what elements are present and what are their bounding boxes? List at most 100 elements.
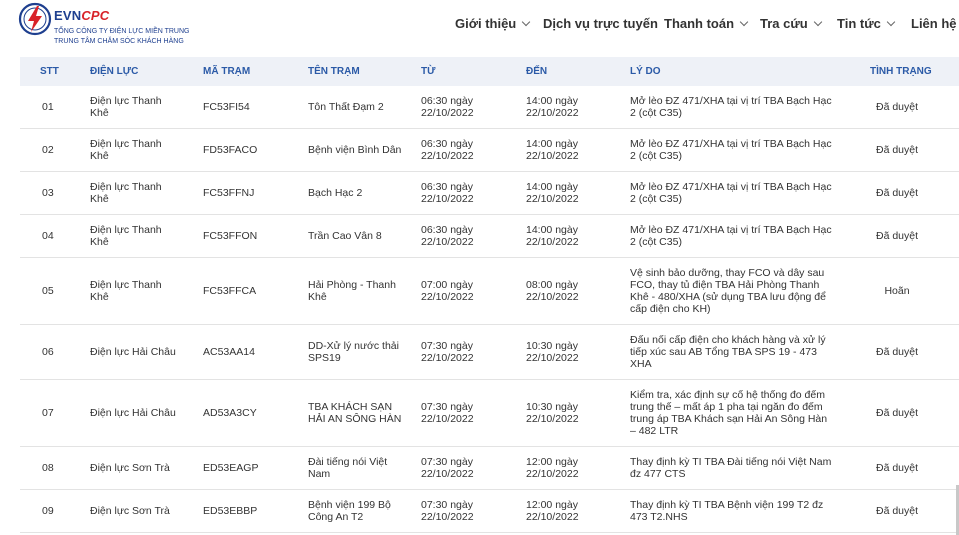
cell-tu: 07:30 ngày 22/10/2022 <box>421 340 474 364</box>
table-row: 04 Điện lực Thanh Khê FC53FFON Trần Cao Vân… <box>20 215 959 258</box>
cell-tu: 06:30 ngày 22/10/2022 <box>421 181 474 205</box>
cell-tinh-trang: Đã duyệt <box>875 230 919 242</box>
cell-dien-luc: Điện lực Thanh Khê <box>90 181 162 205</box>
cell-dien-luc: Điện lực Hải Châu <box>90 346 176 358</box>
cell-stt: 08 <box>42 462 54 474</box>
col-header-ly-do: LÝ DO <box>630 66 661 77</box>
nav-label: Thanh toán <box>664 16 735 31</box>
brand-cpc: CPC <box>81 8 110 23</box>
company-name: TỔNG CÔNG TY ĐIỆN LỰC MIỀN TRUNG <box>54 28 190 35</box>
cell-tinh-trang: Đã duyệt <box>875 505 919 517</box>
cell-ly-do: Mở lèo ĐZ 471/XHA tại vị trí TBA Bạch Hạ… <box>630 95 832 119</box>
cell-ly-do: Vệ sinh bảo dưỡng, thay FCO và dây sau F… <box>630 267 826 315</box>
table-row: 02 Điện lực Thanh Khê FD53FACO Bệnh viện Bì… <box>20 129 959 172</box>
cell-ly-do: Mở lèo ĐZ 471/XHA tại vị trí TBA Bạch Hạ… <box>630 181 832 205</box>
chevron-down-icon <box>739 17 749 27</box>
cell-ly-do: Thay định kỳ TI TBA Bệnh viện 199 T2 đz … <box>630 499 824 523</box>
cell-ma-tram: FC53FFON <box>203 230 258 242</box>
cell-ly-do: Mở lèo ĐZ 471/XHA tại vị trí TBA Bạch Hạ… <box>630 138 832 162</box>
cell-dien-luc: Điện lực Hải Châu <box>90 407 176 419</box>
cell-den: 12:00 ngày 22/10/2022 <box>526 456 579 480</box>
cell-stt: 03 <box>42 187 54 199</box>
center-name: TRUNG TÂM CHĂM SÓC KHÁCH HÀNG <box>54 38 184 45</box>
cell-stt: 02 <box>42 144 54 156</box>
nav-item-gioi-thieu[interactable]: Giới thiệu <box>455 16 531 31</box>
main-nav: Giới thiệu Dịch vụ trực tuyến Thanh toán… <box>455 16 959 34</box>
brand-name: EVNCPC <box>54 8 109 23</box>
cell-ten-tram: Hải Phòng - Thanh Khê <box>308 279 396 303</box>
cell-stt: 09 <box>42 505 54 517</box>
cell-stt: 07 <box>42 407 54 419</box>
cell-den: 12:00 ngày 22/10/2022 <box>526 499 579 523</box>
nav-item-tra-cuu[interactable]: Tra cứu <box>760 16 822 31</box>
col-header-tinh-trang: TÌNH TRẠNG <box>870 66 932 77</box>
nav-item-dich-vu[interactable]: Dịch vụ trực tuyến <box>543 16 658 31</box>
cell-tu: 06:30 ngày 22/10/2022 <box>421 224 474 248</box>
table-row: 09 Điện lực Sơn Trà ED53EBBP Bệnh viện 199 … <box>20 490 959 533</box>
nav-label: Liên hệ <box>911 16 957 31</box>
cell-ma-tram: ED53EAGP <box>203 462 259 474</box>
cell-stt: 05 <box>42 285 54 297</box>
cell-den: 08:00 ngày 22/10/2022 <box>526 279 579 303</box>
cell-ly-do: Kiểm tra, xác định sự cố hệ thống đo đếm… <box>630 389 828 437</box>
cell-dien-luc: Điện lực Thanh Khê <box>90 279 162 303</box>
cell-ly-do: Đấu nối cấp điện cho khách hàng và xử lý… <box>630 334 826 370</box>
cell-den: 14:00 ngày 22/10/2022 <box>526 95 579 119</box>
table-row: 03 Điện lực Thanh Khê FC53FFNJ Bạch Hạc 2 06… <box>20 172 959 215</box>
site-header: EVNCPC TỔNG CÔNG TY ĐIỆN LỰC MIỀN TRUNG … <box>0 0 959 56</box>
chevron-down-icon <box>813 17 822 27</box>
cell-tinh-trang: Đã duyệt <box>875 101 919 113</box>
cell-tu: 07:30 ngày 22/10/2022 <box>421 499 474 523</box>
nav-label: Tra cứu <box>760 16 808 31</box>
nav-label: Dịch vụ trực tuyến <box>543 16 658 31</box>
brand-evn: EVN <box>54 8 82 23</box>
table-row: 06 Điện lực Hải Châu AC53AA14 DD-Xử lý nước… <box>20 325 959 380</box>
nav-item-thanh-toan[interactable]: Thanh toán <box>664 16 749 31</box>
cell-stt: 06 <box>42 346 54 358</box>
cell-tinh-trang: Đã duyệt <box>875 346 919 358</box>
cell-ten-tram: Bạch Hạc 2 <box>308 187 363 199</box>
table-header: STT ĐIỆN LỰC MÃ TRẠM TÊN TRẠM TỪ ĐẾN LÝ … <box>20 57 959 86</box>
cell-tu: 06:30 ngày 22/10/2022 <box>421 95 474 119</box>
col-header-stt: STT <box>40 66 59 77</box>
cell-dien-luc: Điện lực Thanh Khê <box>90 224 162 248</box>
cell-ly-do: Thay định kỳ TI TBA Đài tiếng nói Việt N… <box>630 456 832 480</box>
cell-den: 14:00 ngày 22/10/2022 <box>526 138 579 162</box>
chevron-down-icon <box>522 17 531 27</box>
cell-ten-tram: TBA KHÁCH SẠN HẢI AN SÔNG HÀN <box>308 401 402 425</box>
cell-tinh-trang: Hoãn <box>884 285 910 297</box>
cell-ten-tram: Bệnh viện Bình Dân <box>308 144 402 156</box>
col-header-ten-tram: TÊN TRẠM <box>308 66 360 77</box>
col-header-ma-tram: MÃ TRẠM <box>203 66 251 77</box>
nav-item-lien-he[interactable]: Liên hệ <box>911 16 957 31</box>
table-row: 01 Điện lực Thanh Khê FC53FI54 Tôn Thất Đạm… <box>20 86 959 129</box>
cell-tu: 07:00 ngày 22/10/2022 <box>421 279 474 303</box>
evncpc-logo[interactable]: EVNCPC TỔNG CÔNG TY ĐIỆN LỰC MIỀN TRUNG … <box>18 2 198 52</box>
cell-tu: 07:30 ngày 22/10/2022 <box>421 456 474 480</box>
cell-tinh-trang: Đã duyệt <box>875 144 919 156</box>
evn-logo-icon <box>18 2 52 36</box>
table-row: 07 Điện lực Hải Châu AD53A3CY TBA KHÁCH SẠN… <box>20 380 959 447</box>
cell-tinh-trang: Đã duyệt <box>875 407 919 419</box>
col-header-tu: TỪ <box>421 66 436 77</box>
cell-tinh-trang: Đã duyệt <box>875 462 919 474</box>
cell-ten-tram: DD-Xử lý nước thải SPS19 <box>308 340 399 364</box>
table-row: 05 Điện lực Thanh Khê FC53FFCA Hải Phòng - … <box>20 258 959 325</box>
cell-ma-tram: FC53FFNJ <box>203 187 255 199</box>
cell-den: 14:00 ngày 22/10/2022 <box>526 224 579 248</box>
cell-ma-tram: FC53FFCA <box>203 285 257 297</box>
cell-stt: 04 <box>42 230 54 242</box>
nav-item-tin-tuc[interactable]: Tin tức <box>837 16 896 31</box>
nav-label: Giới thiệu <box>455 16 517 31</box>
cell-ten-tram: Đài tiếng nói Việt Nam <box>308 456 388 480</box>
cell-ten-tram: Bệnh viện 199 Bộ Công An T2 <box>308 499 391 523</box>
cell-dien-luc: Điện lực Sơn Trà <box>90 505 170 517</box>
cell-ten-tram: Tôn Thất Đạm 2 <box>308 101 384 113</box>
chevron-down-icon <box>886 17 896 27</box>
cell-tu: 07:30 ngày 22/10/2022 <box>421 401 474 425</box>
cell-den: 14:00 ngày 22/10/2022 <box>526 181 579 205</box>
cell-ma-tram: AD53A3CY <box>203 407 257 419</box>
col-header-den: ĐẾN <box>526 66 548 77</box>
cell-den: 10:30 ngày 22/10/2022 <box>526 401 579 425</box>
col-header-dien-luc: ĐIỆN LỰC <box>90 66 139 77</box>
